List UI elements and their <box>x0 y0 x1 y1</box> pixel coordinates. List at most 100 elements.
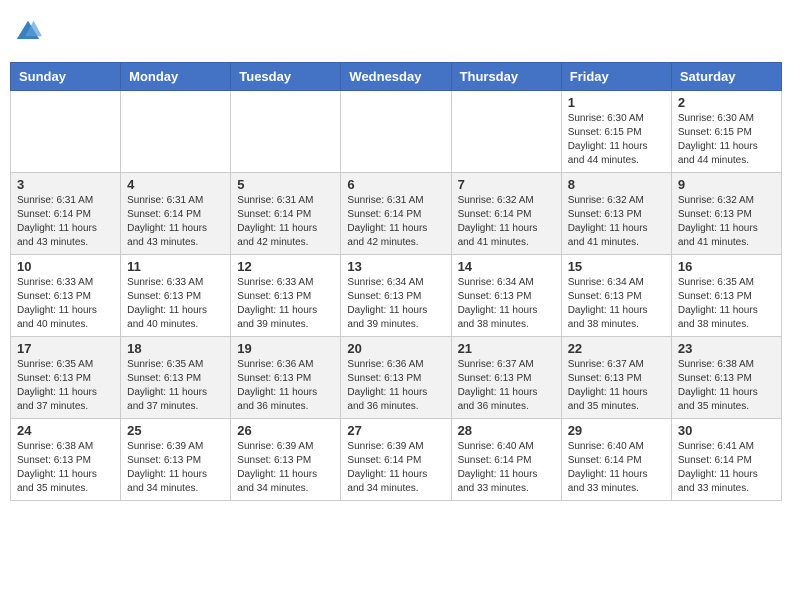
day-number: 29 <box>568 423 665 438</box>
day-number: 14 <box>458 259 555 274</box>
day-number: 2 <box>678 95 775 110</box>
day-info: Sunrise: 6:36 AM Sunset: 6:13 PM Dayligh… <box>347 358 444 414</box>
day-info: Sunrise: 6:36 AM Sunset: 6:13 PM Dayligh… <box>237 358 334 414</box>
day-number: 8 <box>568 177 665 192</box>
day-info: Sunrise: 6:41 AM Sunset: 6:14 PM Dayligh… <box>678 440 775 496</box>
day-info: Sunrise: 6:38 AM Sunset: 6:13 PM Dayligh… <box>678 358 775 414</box>
calendar-cell <box>451 91 561 173</box>
calendar-cell: 1 Sunrise: 6:30 AM Sunset: 6:15 PM Daylig… <box>561 91 671 173</box>
calendar-header-thursday: Thursday <box>451 63 561 91</box>
day-info: Sunrise: 6:37 AM Sunset: 6:13 PM Dayligh… <box>568 358 665 414</box>
calendar-cell: 6 Sunrise: 6:31 AM Sunset: 6:14 PM Daylig… <box>341 173 451 255</box>
day-info: Sunrise: 6:35 AM Sunset: 6:13 PM Dayligh… <box>17 358 114 414</box>
day-info: Sunrise: 6:31 AM Sunset: 6:14 PM Dayligh… <box>237 194 334 250</box>
day-number: 19 <box>237 341 334 356</box>
calendar-cell: 3 Sunrise: 6:31 AM Sunset: 6:14 PM Daylig… <box>11 173 121 255</box>
calendar-header-friday: Friday <box>561 63 671 91</box>
calendar-week-row: 1 Sunrise: 6:30 AM Sunset: 6:15 PM Daylig… <box>11 91 782 173</box>
day-info: Sunrise: 6:31 AM Sunset: 6:14 PM Dayligh… <box>347 194 444 250</box>
calendar-cell: 24Sunrise: 6:38 AM Sunset: 6:13 PM Dayli… <box>11 419 121 501</box>
day-number: 16 <box>678 259 775 274</box>
calendar-cell: 9 Sunrise: 6:32 AM Sunset: 6:13 PM Daylig… <box>671 173 781 255</box>
calendar-cell: 21 Sunrise: 6:37 AM Sunset: 6:13 PM Dayli… <box>451 337 561 419</box>
day-number: 7 <box>458 177 555 192</box>
day-number: 1 <box>568 95 665 110</box>
calendar-cell: 17 Sunrise: 6:35 AM Sunset: 6:13 PM Dayli… <box>11 337 121 419</box>
calendar-cell: 28 Sunrise: 6:40 AM Sunset: 6:14 PM Dayli… <box>451 419 561 501</box>
day-info: Sunrise: 6:35 AM Sunset: 6:13 PM Dayligh… <box>127 358 224 414</box>
calendar-cell: 11Sunrise: 6:33 AM Sunset: 6:13 PM Dayli… <box>121 255 231 337</box>
calendar-header-monday: Monday <box>121 63 231 91</box>
day-number: 18 <box>127 341 224 356</box>
calendar-week-row: 3 Sunrise: 6:31 AM Sunset: 6:14 PM Daylig… <box>11 173 782 255</box>
calendar-cell <box>341 91 451 173</box>
logo <box>14 18 46 46</box>
calendar-header-tuesday: Tuesday <box>231 63 341 91</box>
day-number: 9 <box>678 177 775 192</box>
day-info: Sunrise: 6:31 AM Sunset: 6:14 PM Dayligh… <box>127 194 224 250</box>
day-info: Sunrise: 6:39 AM Sunset: 6:13 PM Dayligh… <box>127 440 224 496</box>
day-number: 20 <box>347 341 444 356</box>
day-info: Sunrise: 6:33 AM Sunset: 6:13 PM Dayligh… <box>127 276 224 332</box>
calendar-cell: 2 Sunrise: 6:30 AM Sunset: 6:15 PM Daylig… <box>671 91 781 173</box>
calendar-header-wednesday: Wednesday <box>341 63 451 91</box>
day-info: Sunrise: 6:39 AM Sunset: 6:14 PM Dayligh… <box>347 440 444 496</box>
day-info: Sunrise: 6:34 AM Sunset: 6:13 PM Dayligh… <box>458 276 555 332</box>
calendar-cell: 22Sunrise: 6:37 AM Sunset: 6:13 PM Dayli… <box>561 337 671 419</box>
calendar-cell: 19 Sunrise: 6:36 AM Sunset: 6:13 PM Dayli… <box>231 337 341 419</box>
calendar-cell: 10Sunrise: 6:33 AM Sunset: 6:13 PM Dayli… <box>11 255 121 337</box>
day-number: 17 <box>17 341 114 356</box>
day-number: 21 <box>458 341 555 356</box>
day-number: 28 <box>458 423 555 438</box>
calendar-cell <box>11 91 121 173</box>
day-number: 6 <box>347 177 444 192</box>
calendar-cell: 16 Sunrise: 6:35 AM Sunset: 6:13 PM Dayli… <box>671 255 781 337</box>
calendar: SundayMondayTuesdayWednesdayThursdayFrid… <box>10 62 782 501</box>
calendar-cell: 15 Sunrise: 6:34 AM Sunset: 6:13 PM Dayli… <box>561 255 671 337</box>
calendar-cell: 23 Sunrise: 6:38 AM Sunset: 6:13 PM Dayli… <box>671 337 781 419</box>
calendar-week-row: 10 Sunrise: 6:33 AM Sunset: 6:13 PM Dayli… <box>11 255 782 337</box>
day-info: Sunrise: 6:30 AM Sunset: 6:15 PM Dayligh… <box>568 112 665 168</box>
calendar-cell: 5 Sunrise: 6:31 AM Sunset: 6:14 PM Daylig… <box>231 173 341 255</box>
calendar-cell: 8 Sunrise: 6:32 AM Sunset: 6:13 PM Daylig… <box>561 173 671 255</box>
day-info: Sunrise: 6:32 AM Sunset: 6:13 PM Dayligh… <box>678 194 775 250</box>
day-number: 4 <box>127 177 224 192</box>
day-info: Sunrise: 6:33 AM Sunset: 6:13 PM Dayligh… <box>237 276 334 332</box>
calendar-week-row: 17 Sunrise: 6:35 AM Sunset: 6:13 PM Dayli… <box>11 337 782 419</box>
day-info: Sunrise: 6:40 AM Sunset: 6:14 PM Dayligh… <box>458 440 555 496</box>
day-info: Sunrise: 6:40 AM Sunset: 6:14 PM Dayligh… <box>568 440 665 496</box>
day-number: 5 <box>237 177 334 192</box>
day-info: Sunrise: 6:30 AM Sunset: 6:15 PM Dayligh… <box>678 112 775 168</box>
calendar-cell: 30 Sunrise: 6:41 AM Sunset: 6:14 PM Dayli… <box>671 419 781 501</box>
day-number: 15 <box>568 259 665 274</box>
day-info: Sunrise: 6:31 AM Sunset: 6:14 PM Dayligh… <box>17 194 114 250</box>
day-info: Sunrise: 6:34 AM Sunset: 6:13 PM Dayligh… <box>568 276 665 332</box>
day-number: 30 <box>678 423 775 438</box>
calendar-cell: 20 Sunrise: 6:36 AM Sunset: 6:13 PM Dayli… <box>341 337 451 419</box>
calendar-cell: 7 Sunrise: 6:32 AM Sunset: 6:14 PM Daylig… <box>451 173 561 255</box>
calendar-cell: 18 Sunrise: 6:35 AM Sunset: 6:13 PM Dayli… <box>121 337 231 419</box>
calendar-cell: 25 Sunrise: 6:39 AM Sunset: 6:13 PM Dayli… <box>121 419 231 501</box>
calendar-cell: 14 Sunrise: 6:34 AM Sunset: 6:13 PM Dayli… <box>451 255 561 337</box>
day-info: Sunrise: 6:37 AM Sunset: 6:13 PM Dayligh… <box>458 358 555 414</box>
day-info: Sunrise: 6:32 AM Sunset: 6:14 PM Dayligh… <box>458 194 555 250</box>
day-number: 12 <box>237 259 334 274</box>
day-info: Sunrise: 6:32 AM Sunset: 6:13 PM Dayligh… <box>568 194 665 250</box>
day-number: 25 <box>127 423 224 438</box>
day-info: Sunrise: 6:35 AM Sunset: 6:13 PM Dayligh… <box>678 276 775 332</box>
header <box>10 10 782 54</box>
day-number: 27 <box>347 423 444 438</box>
calendar-cell: 12 Sunrise: 6:33 AM Sunset: 6:13 PM Dayli… <box>231 255 341 337</box>
day-number: 3 <box>17 177 114 192</box>
day-number: 10 <box>17 259 114 274</box>
day-number: 13 <box>347 259 444 274</box>
calendar-cell: 27 Sunrise: 6:39 AM Sunset: 6:14 PM Dayli… <box>341 419 451 501</box>
calendar-cell <box>231 91 341 173</box>
calendar-cell <box>121 91 231 173</box>
day-info: Sunrise: 6:39 AM Sunset: 6:13 PM Dayligh… <box>237 440 334 496</box>
calendar-header-row: SundayMondayTuesdayWednesdayThursdayFrid… <box>11 63 782 91</box>
day-info: Sunrise: 6:38 AM Sunset: 6:13 PM Dayligh… <box>17 440 114 496</box>
day-number: 23 <box>678 341 775 356</box>
calendar-header-sunday: Sunday <box>11 63 121 91</box>
day-number: 26 <box>237 423 334 438</box>
